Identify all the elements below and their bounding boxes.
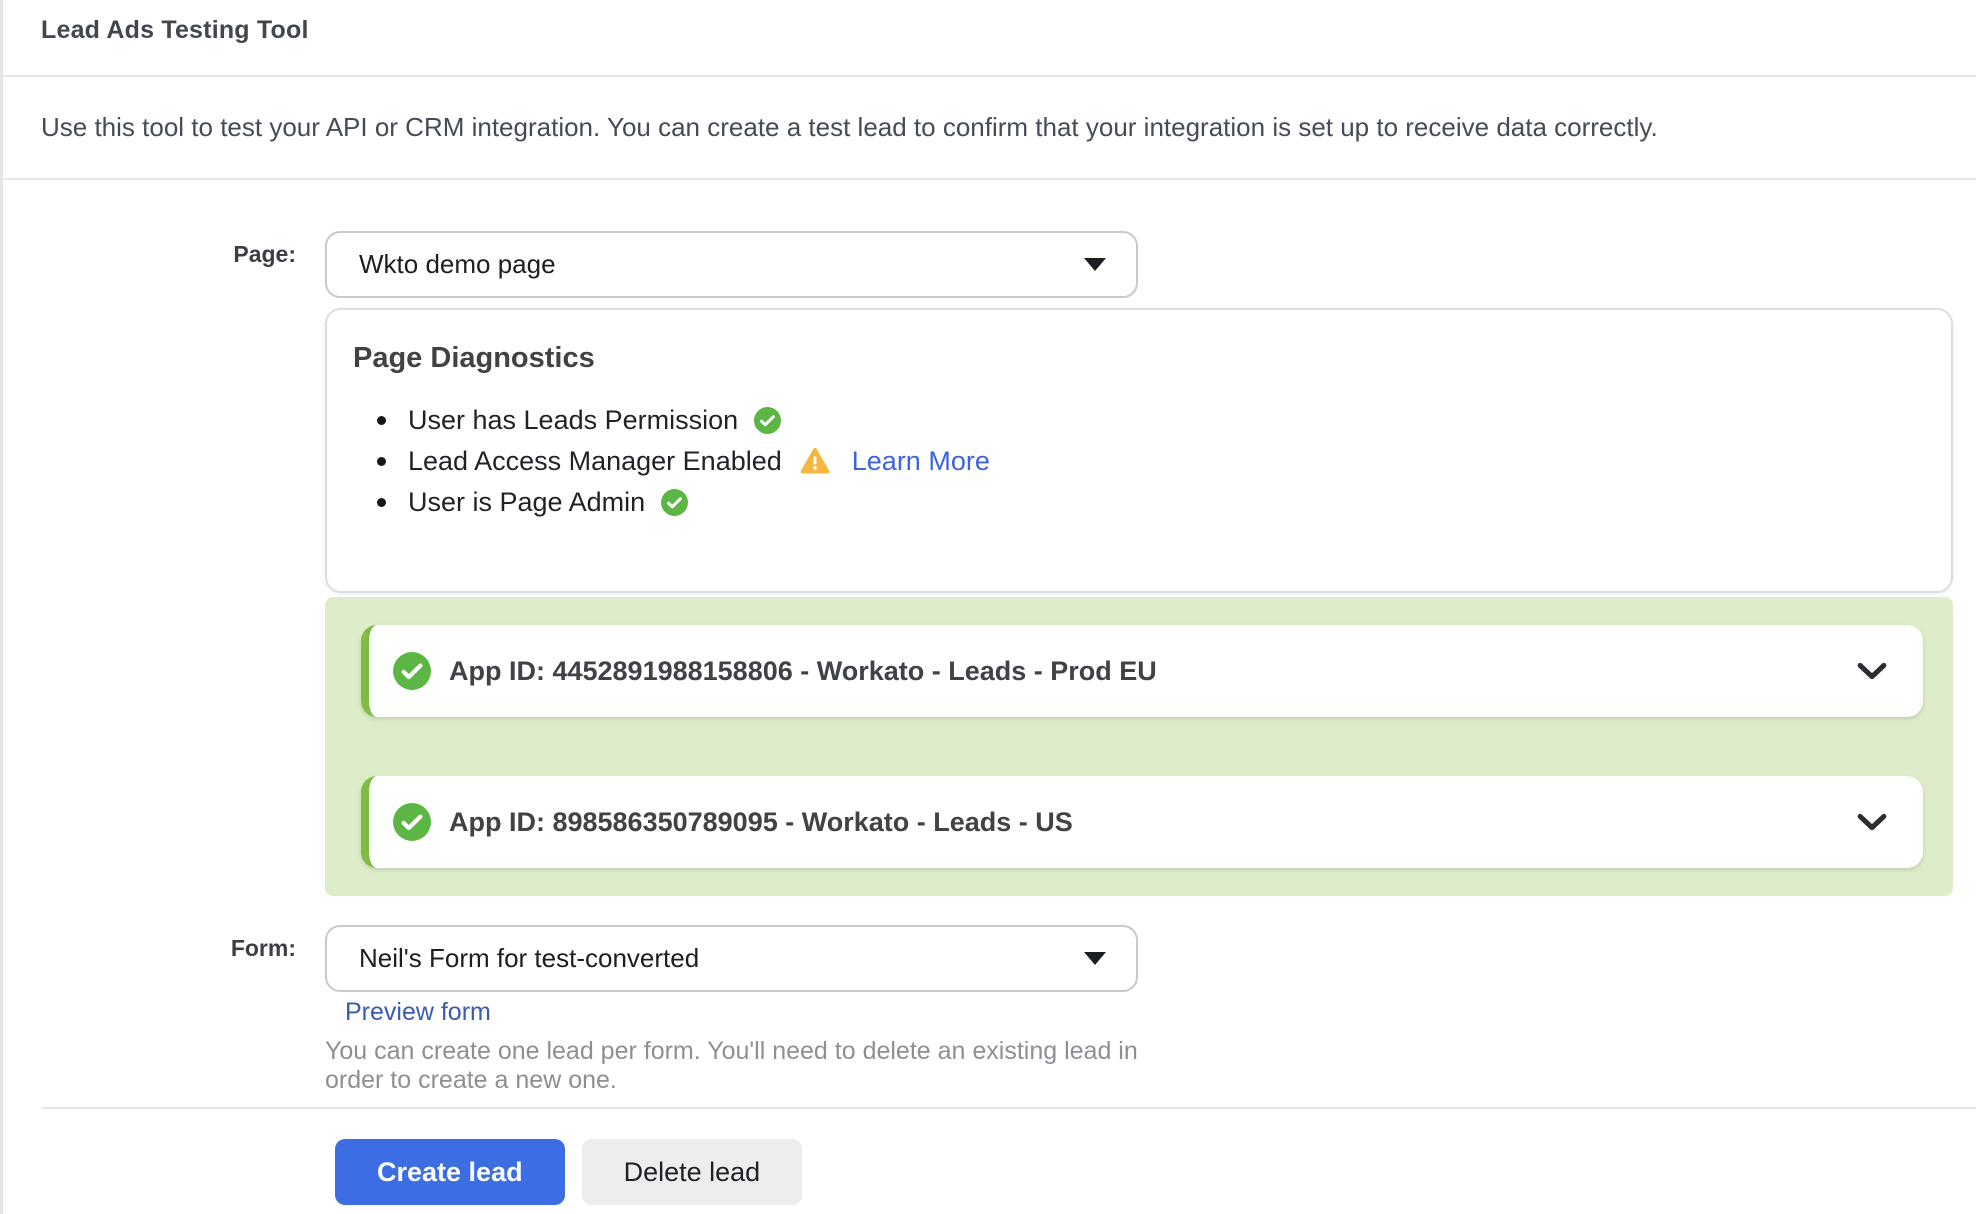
form-select[interactable]: Neil's Form for test-converted — [325, 925, 1138, 992]
delete-lead-button[interactable]: Delete lead — [582, 1139, 803, 1205]
form-select-value: Neil's Form for test-converted — [359, 943, 699, 974]
check-circle-icon — [754, 407, 781, 434]
apps-status-panel: App ID: 4452891988158806 - Workato - Lea… — [325, 597, 1953, 896]
page-field-row: Page: Wkto demo page — [3, 231, 1976, 298]
bullet-icon — [377, 498, 386, 507]
diagnostic-item-label: Lead Access Manager Enabled — [408, 446, 782, 477]
chevron-down-icon — [1857, 813, 1887, 831]
actions-row: Create lead Delete lead — [335, 1139, 1976, 1205]
description-text: Use this tool to test your API or CRM in… — [41, 112, 1658, 143]
diagnostic-item-label: User has Leads Permission — [408, 405, 738, 436]
chevron-down-icon — [1857, 662, 1887, 680]
diagnostic-item-leads-permission: User has Leads Permission — [377, 405, 1921, 435]
lead-ads-testing-tool-panel: Lead Ads Testing Tool Use this tool to t… — [0, 0, 1976, 1214]
form-field-label: Form: — [3, 925, 296, 962]
panel-header: Lead Ads Testing Tool — [3, 0, 1976, 77]
create-lead-button[interactable]: Create lead — [335, 1139, 565, 1205]
caret-down-icon — [1084, 952, 1106, 965]
caret-down-icon — [1084, 258, 1106, 271]
page-field-label: Page: — [3, 231, 296, 268]
diagnostic-item-page-admin: User is Page Admin — [377, 487, 1921, 517]
check-circle-icon — [393, 803, 431, 841]
page-select-value: Wkto demo page — [359, 249, 556, 280]
diagnostic-item-label: User is Page Admin — [408, 487, 645, 518]
app-accordion-label: App ID: 898586350789095 - Workato - Lead… — [449, 807, 1073, 838]
preview-form-link[interactable]: Preview form — [345, 998, 491, 1027]
actions-divider — [41, 1107, 1976, 1109]
app-accordion-us[interactable]: App ID: 898586350789095 - Workato - Lead… — [361, 776, 1923, 868]
page-select[interactable]: Wkto demo page — [325, 231, 1138, 298]
check-circle-icon — [393, 652, 431, 690]
bullet-icon — [377, 457, 386, 466]
page-diagnostics-card: Page Diagnostics User has Leads Permissi… — [325, 308, 1953, 593]
description-bar: Use this tool to test your API or CRM in… — [3, 77, 1976, 180]
bullet-icon — [377, 416, 386, 425]
app-accordion-prod-eu[interactable]: App ID: 4452891988158806 - Workato - Lea… — [361, 625, 1923, 717]
app-accordion-label: App ID: 4452891988158806 - Workato - Lea… — [449, 656, 1157, 687]
diagnostic-item-lead-access-manager: Lead Access Manager Enabled Learn More — [377, 446, 1921, 476]
diagnostics-list: User has Leads Permission Lead Access Ma… — [353, 405, 1921, 517]
form-field-row: Form: Neil's Form for test-converted Pre… — [3, 925, 1976, 1095]
page-title: Lead Ads Testing Tool — [41, 16, 309, 45]
page-diagnostics-title: Page Diagnostics — [353, 342, 1921, 375]
learn-more-link[interactable]: Learn More — [852, 446, 990, 477]
warning-icon — [800, 447, 830, 475]
check-circle-icon — [661, 489, 688, 516]
form-help-text: You can create one lead per form. You'll… — [325, 1037, 1138, 1095]
